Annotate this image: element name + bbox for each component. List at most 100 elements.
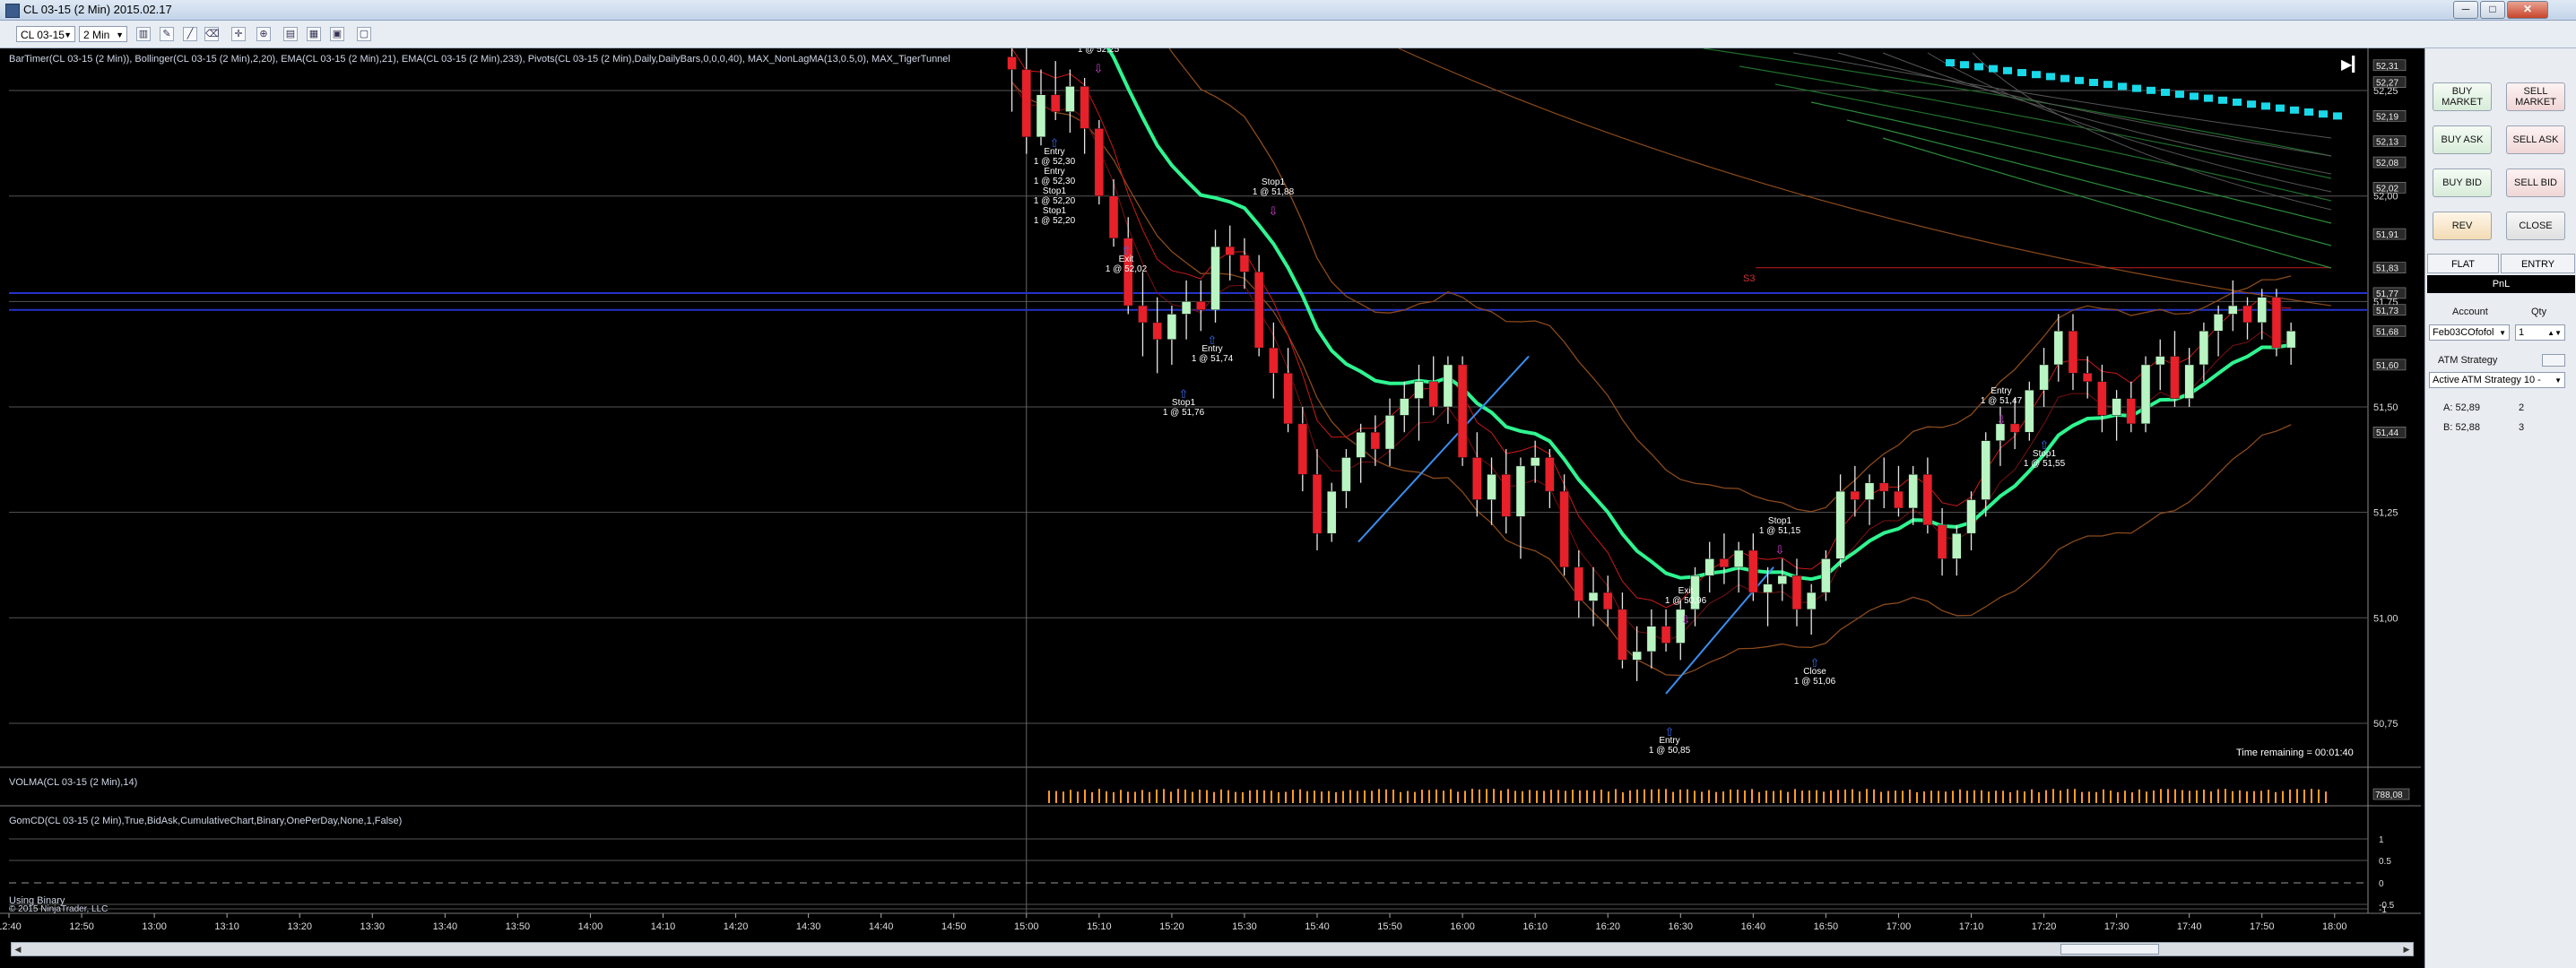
bollinger-lower xyxy=(1012,82,2292,676)
price-tag: 51,91 xyxy=(2376,230,2398,240)
buy-ask-button[interactable]: BUY ASK xyxy=(2433,125,2492,154)
candle-body xyxy=(1196,301,1205,309)
time-axis-label: 14:40 xyxy=(869,921,894,932)
nonlag-ma-dot xyxy=(2190,92,2199,99)
price-axis-label: 51,50 xyxy=(2373,402,2398,413)
close-position-button[interactable]: CLOSE xyxy=(2506,212,2565,240)
nonlag-ma-dot xyxy=(1960,61,1969,68)
candle-body xyxy=(1764,584,1773,592)
entry-tab[interactable]: ENTRY xyxy=(2501,254,2575,273)
price-tag: 52,13 xyxy=(2376,138,2398,148)
trade-arrow-icon: ⇧ xyxy=(1810,657,1820,670)
time-axis-label: 14:20 xyxy=(724,921,749,932)
crosshair-icon[interactable]: ✛ xyxy=(231,27,246,41)
price-chart[interactable]: 52,25 52,00 51,75 51,50 51,25 51,00 50,75 52,31… xyxy=(0,48,2421,945)
chevron-down-icon: ▼ xyxy=(116,27,124,43)
time-axis-label: 14:50 xyxy=(941,921,967,932)
candle-body xyxy=(1923,474,1932,524)
nonlag-ma-dot xyxy=(2304,108,2313,116)
candle-body xyxy=(1109,196,1118,238)
nonlag-ma-dot xyxy=(2103,81,2112,88)
time-axis-label: 15:30 xyxy=(1232,921,1257,932)
horizontal-scrollbar[interactable]: ◀ ▶ xyxy=(11,942,2414,956)
time-axis-label: 16:20 xyxy=(1595,921,1620,932)
gomcd-axis-label: -1 xyxy=(2379,905,2387,915)
candle-body xyxy=(1603,592,1612,609)
position-flat-tab[interactable]: FLAT xyxy=(2427,254,2499,273)
buy-market-button[interactable]: BUY MARKET xyxy=(2433,82,2492,111)
price-tag: 52,08 xyxy=(2376,159,2398,169)
indicator-icon[interactable]: ▦ xyxy=(307,27,321,41)
window-title: CL 03-15 (2 Min) 2015.02.17 xyxy=(23,3,172,16)
sell-market-button[interactable]: SELL MARKET xyxy=(2506,82,2565,111)
candle-body xyxy=(1008,56,1017,69)
trade-arrow-icon: ⇩ xyxy=(1269,205,1279,219)
chart-canvas[interactable]: 52,2552,0051,7551,5051,2551,0050,7552,31… xyxy=(0,48,2421,945)
account-select[interactable]: Feb03COfofol ▼ xyxy=(2429,324,2510,341)
time-axis-label: 15:50 xyxy=(1377,921,1402,932)
sell-ask-button[interactable]: SELL ASK xyxy=(2506,125,2565,154)
chart-trader-icon[interactable]: ▢ xyxy=(357,27,371,41)
scroll-right-icon[interactable]: ▶ xyxy=(2400,943,2413,955)
time-axis-label: 15:40 xyxy=(1305,921,1330,932)
trade-marker-text: 1 @ 52,30 xyxy=(1034,177,1076,186)
sell-bid-button[interactable]: SELL BID xyxy=(2506,169,2565,197)
price-axis-label: 51,00 xyxy=(2373,613,2398,624)
pencil-icon[interactable]: ✎ xyxy=(160,27,174,41)
nonlag-ma-dot xyxy=(2247,100,2256,108)
volma-label: VOLMA(CL 03-15 (2 Min),14) xyxy=(9,777,137,788)
scroll-left-icon[interactable]: ◀ xyxy=(12,943,24,955)
chevron-down-icon: ▼ xyxy=(64,27,72,43)
candle-body xyxy=(1138,306,1147,323)
candle-body xyxy=(1080,86,1089,128)
candle-body xyxy=(1894,491,1903,508)
ema233-line xyxy=(1883,138,2331,268)
reverse-button[interactable]: REV xyxy=(2433,212,2492,240)
qty-label: Qty xyxy=(2531,307,2546,317)
time-axis-label: 16:00 xyxy=(1450,921,1475,932)
trade-marker-text: 1 @ 52,20 xyxy=(1034,196,1076,206)
strategy-icon[interactable]: ▣ xyxy=(330,27,344,41)
interval-select[interactable]: 2 Min ▼ xyxy=(79,26,127,42)
stepper-arrows-icon[interactable]: ▲▼ xyxy=(2547,325,2562,341)
buy-bid-button[interactable]: BUY BID xyxy=(2433,169,2492,197)
time-axis-label: 13:40 xyxy=(433,921,458,932)
maximize-button[interactable]: □ xyxy=(2480,1,2505,19)
quantity-stepper[interactable]: 1 ▲▼ xyxy=(2515,324,2565,341)
minimize-button[interactable]: ─ xyxy=(2453,1,2478,19)
trade-arrow-icon: ⇧ xyxy=(1179,388,1189,402)
chart-trader-toggle-icon[interactable]: ▶▎ xyxy=(2341,57,2361,73)
candle-body xyxy=(1414,382,1423,399)
candle-body xyxy=(1792,575,1801,609)
bar-type-icon[interactable]: ▥ xyxy=(136,27,151,41)
scrollbar-thumb[interactable] xyxy=(2060,944,2159,955)
nonlag-ma-dot xyxy=(2032,71,2041,78)
eraser-icon[interactable]: ⌫ xyxy=(204,27,219,41)
zoom-icon[interactable]: ⊕ xyxy=(256,27,271,41)
price-axis-label: 50,75 xyxy=(2373,719,2398,730)
time-remaining: Time remaining = 00:01:40 xyxy=(2236,748,2354,758)
nonlag-ma-dot xyxy=(2147,87,2155,94)
candle-body xyxy=(1938,525,1947,559)
candle-body xyxy=(2010,424,2019,432)
properties-icon[interactable]: ▤ xyxy=(283,27,298,41)
chart-trader-panel: BUY MARKET SELL MARKET BUY ASK SELL ASK … xyxy=(2424,48,2576,968)
candle-body xyxy=(1952,533,1961,558)
candle-body xyxy=(1036,95,1045,137)
instrument-select[interactable]: CL 03-15 ▼ xyxy=(16,26,75,42)
time-axis-label: 13:10 xyxy=(214,921,239,932)
price-tag: 51,77 xyxy=(2376,290,2398,299)
candle-body xyxy=(1444,365,1453,407)
nonlag-ma-dot xyxy=(2089,79,2098,86)
trade-marker-text: 1 @ 51,47 xyxy=(1981,396,2023,406)
trade-marker-text: Exit xyxy=(1678,586,1694,596)
atm-strategy-select[interactable]: Active ATM Strategy 10 - ▼ xyxy=(2429,372,2565,388)
candle-body xyxy=(1618,609,1626,660)
account-value: Feb03COfofol xyxy=(2433,327,2494,338)
candle-body xyxy=(2083,373,2092,381)
atm-properties-button[interactable] xyxy=(2542,354,2565,367)
drawing-tool-icon[interactable]: ╱ xyxy=(183,27,197,41)
close-button[interactable]: ✕ xyxy=(2507,1,2548,19)
candle-body xyxy=(1313,474,1322,533)
nonlag-ma-dot xyxy=(2132,85,2141,92)
